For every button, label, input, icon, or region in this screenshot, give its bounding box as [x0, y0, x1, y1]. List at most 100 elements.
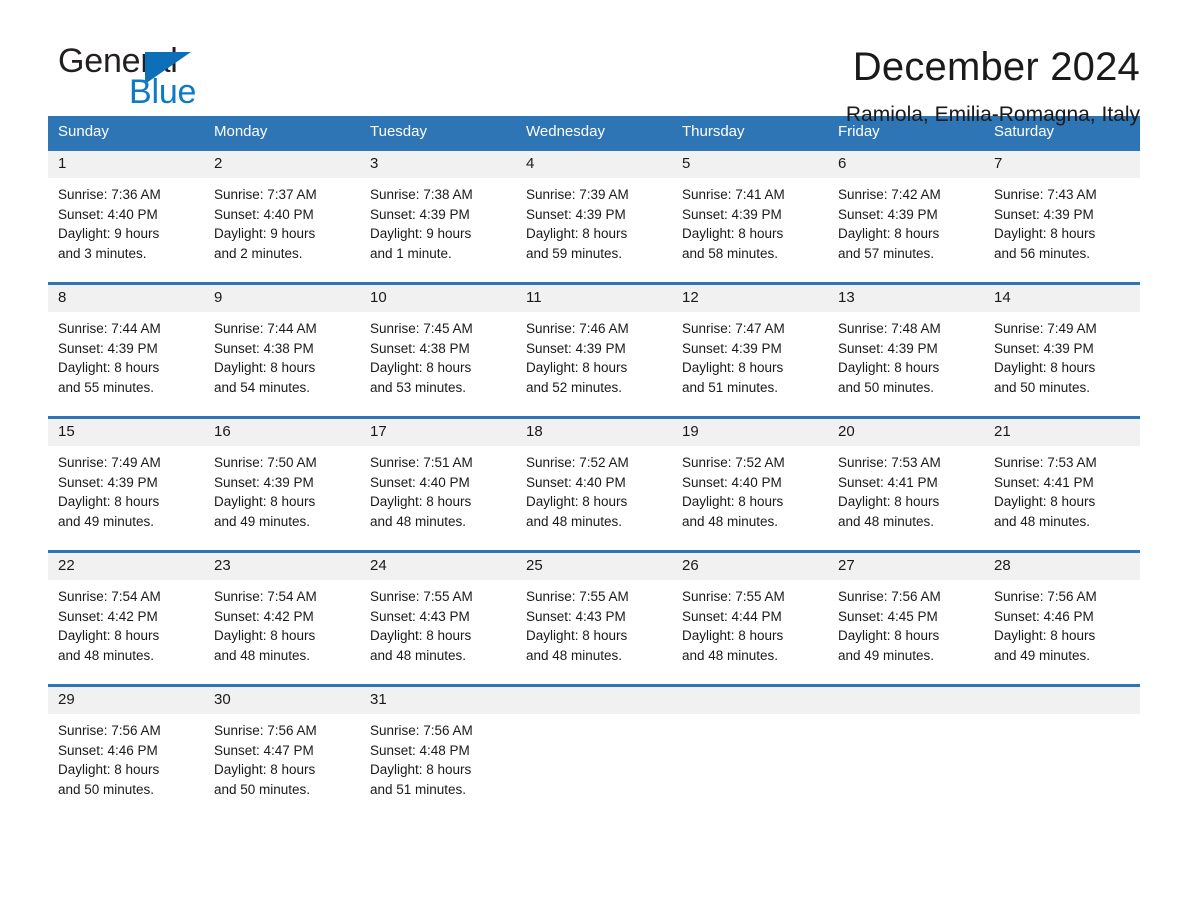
day-cell-content: 16 Sunrise: 7:50 AM Sunset: 4:39 PM Dayli… [204, 419, 360, 550]
day-cell-content: 25 Sunrise: 7:55 AM Sunset: 4:43 PM Dayli… [516, 553, 672, 684]
calendar-day-cell[interactable]: 6 Sunrise: 7:42 AM Sunset: 4:39 PM Daylig… [828, 148, 984, 284]
sun-times-text: Sunrise: 7:56 AM Sunset: 4:48 PM Dayligh… [370, 723, 473, 797]
calendar-day-cell[interactable]: 14 Sunrise: 7:49 AM Sunset: 4:39 PM Dayli… [984, 282, 1140, 418]
day-number: 24 [360, 553, 516, 580]
day-number: 13 [828, 285, 984, 312]
calendar-day-cell[interactable]: 26 Sunrise: 7:55 AM Sunset: 4:44 PM Dayli… [672, 550, 828, 686]
day-number: 15 [48, 419, 204, 446]
calendar-day-cell[interactable]: 11 Sunrise: 7:46 AM Sunset: 4:39 PM Dayli… [516, 282, 672, 418]
day-number: 28 [984, 553, 1140, 580]
calendar-day-cell[interactable]: 22 Sunrise: 7:54 AM Sunset: 4:42 PM Dayli… [48, 550, 204, 686]
day-cell-content: 14 Sunrise: 7:49 AM Sunset: 4:39 PM Dayli… [984, 285, 1140, 416]
day-cell-content: 12 Sunrise: 7:47 AM Sunset: 4:39 PM Dayli… [672, 285, 828, 416]
day-number: 9 [204, 285, 360, 312]
calendar-day-cell[interactable]: 13 Sunrise: 7:48 AM Sunset: 4:39 PM Dayli… [828, 282, 984, 418]
calendar-day-cell[interactable]: 16 Sunrise: 7:50 AM Sunset: 4:39 PM Dayli… [204, 416, 360, 552]
calendar-day-cell[interactable]: 20 Sunrise: 7:53 AM Sunset: 4:41 PM Dayli… [828, 416, 984, 552]
sun-times-text [984, 714, 1140, 721]
sun-times-text: Sunrise: 7:45 AM Sunset: 4:38 PM Dayligh… [370, 321, 473, 395]
calendar-day-cell[interactable]: 4 Sunrise: 7:39 AM Sunset: 4:39 PM Daylig… [516, 148, 672, 284]
sun-times-text: Sunrise: 7:56 AM Sunset: 4:45 PM Dayligh… [838, 589, 941, 663]
calendar-day-cell[interactable]: 17 Sunrise: 7:51 AM Sunset: 4:40 PM Dayli… [360, 416, 516, 552]
sun-times-text: Sunrise: 7:36 AM Sunset: 4:40 PM Dayligh… [58, 187, 161, 261]
page-title: December 2024 [852, 45, 1140, 89]
sun-times-text: Sunrise: 7:51 AM Sunset: 4:40 PM Dayligh… [370, 455, 473, 529]
calendar-day-cell[interactable]: 2 Sunrise: 7:37 AM Sunset: 4:40 PM Daylig… [204, 148, 360, 284]
sun-times-text: Sunrise: 7:54 AM Sunset: 4:42 PM Dayligh… [58, 589, 161, 663]
weekday-header-monday: Monday [204, 116, 360, 150]
day-cell-content: 17 Sunrise: 7:51 AM Sunset: 4:40 PM Dayli… [360, 419, 516, 550]
sun-times-text [516, 714, 672, 721]
day-cell-content: 27 Sunrise: 7:56 AM Sunset: 4:45 PM Dayli… [828, 553, 984, 684]
day-number: 17 [360, 419, 516, 446]
day-number: 2 [204, 151, 360, 178]
calendar-day-cell[interactable]: 31 Sunrise: 7:56 AM Sunset: 4:48 PM Dayli… [360, 684, 516, 804]
calendar-day-cell[interactable]: 12 Sunrise: 7:47 AM Sunset: 4:39 PM Dayli… [672, 282, 828, 418]
sun-times-text [672, 714, 828, 721]
calendar-day-cell[interactable]: 15 Sunrise: 7:49 AM Sunset: 4:39 PM Dayli… [48, 416, 204, 552]
day-cell-content: 26 Sunrise: 7:55 AM Sunset: 4:44 PM Dayli… [672, 553, 828, 684]
page-header: General Blue December 2024 Ramiola, Emil… [48, 0, 1140, 126]
day-number: 20 [828, 419, 984, 446]
calendar-week-row: 29 Sunrise: 7:56 AM Sunset: 4:46 PM Dayli… [48, 684, 1140, 804]
day-number: 7 [984, 151, 1140, 178]
calendar-day-cell[interactable]: 25 Sunrise: 7:55 AM Sunset: 4:43 PM Dayli… [516, 550, 672, 686]
day-cell-content [828, 687, 984, 804]
day-cell-content: 11 Sunrise: 7:46 AM Sunset: 4:39 PM Dayli… [516, 285, 672, 416]
calendar-day-cell[interactable]: 8 Sunrise: 7:44 AM Sunset: 4:39 PM Daylig… [48, 282, 204, 418]
calendar-page: General Blue December 2024 Ramiola, Emil… [0, 0, 1188, 918]
calendar-day-cell[interactable]: 5 Sunrise: 7:41 AM Sunset: 4:39 PM Daylig… [672, 148, 828, 284]
calendar-day-cell[interactable]: 9 Sunrise: 7:44 AM Sunset: 4:38 PM Daylig… [204, 282, 360, 418]
day-number: 8 [48, 285, 204, 312]
day-cell-content: 5 Sunrise: 7:41 AM Sunset: 4:39 PM Daylig… [672, 151, 828, 282]
calendar-empty-cell [672, 684, 828, 804]
calendar-day-cell[interactable]: 3 Sunrise: 7:38 AM Sunset: 4:39 PM Daylig… [360, 148, 516, 284]
day-number: 31 [360, 687, 516, 714]
calendar-day-cell[interactable]: 23 Sunrise: 7:54 AM Sunset: 4:42 PM Dayli… [204, 550, 360, 686]
sun-times-text: Sunrise: 7:52 AM Sunset: 4:40 PM Dayligh… [526, 455, 629, 529]
sun-times-text: Sunrise: 7:38 AM Sunset: 4:39 PM Dayligh… [370, 187, 473, 261]
calendar-week-row: 15 Sunrise: 7:49 AM Sunset: 4:39 PM Dayli… [48, 416, 1140, 552]
calendar-day-cell[interactable]: 7 Sunrise: 7:43 AM Sunset: 4:39 PM Daylig… [984, 148, 1140, 284]
day-number: 27 [828, 553, 984, 580]
day-number: 5 [672, 151, 828, 178]
general-blue-logo[interactable]: General Blue [48, 44, 248, 114]
day-number: 1 [48, 151, 204, 178]
sun-times-text: Sunrise: 7:37 AM Sunset: 4:40 PM Dayligh… [214, 187, 317, 261]
calendar-day-cell[interactable]: 18 Sunrise: 7:52 AM Sunset: 4:40 PM Dayli… [516, 416, 672, 552]
day-cell-content: 4 Sunrise: 7:39 AM Sunset: 4:39 PM Daylig… [516, 151, 672, 282]
day-number [828, 687, 984, 714]
day-number [672, 687, 828, 714]
sun-times-text: Sunrise: 7:42 AM Sunset: 4:39 PM Dayligh… [838, 187, 941, 261]
calendar-day-cell[interactable]: 1 Sunrise: 7:36 AM Sunset: 4:40 PM Daylig… [48, 148, 204, 284]
calendar-empty-cell [516, 684, 672, 804]
calendar-day-cell[interactable]: 24 Sunrise: 7:55 AM Sunset: 4:43 PM Dayli… [360, 550, 516, 686]
day-cell-content: 20 Sunrise: 7:53 AM Sunset: 4:41 PM Dayli… [828, 419, 984, 550]
day-number [516, 687, 672, 714]
day-cell-content: 10 Sunrise: 7:45 AM Sunset: 4:38 PM Dayli… [360, 285, 516, 416]
calendar-day-cell[interactable]: 19 Sunrise: 7:52 AM Sunset: 4:40 PM Dayli… [672, 416, 828, 552]
day-number: 19 [672, 419, 828, 446]
day-number: 10 [360, 285, 516, 312]
day-cell-content: 28 Sunrise: 7:56 AM Sunset: 4:46 PM Dayli… [984, 553, 1140, 684]
day-cell-content: 9 Sunrise: 7:44 AM Sunset: 4:38 PM Daylig… [204, 285, 360, 416]
calendar-day-cell[interactable]: 21 Sunrise: 7:53 AM Sunset: 4:41 PM Dayli… [984, 416, 1140, 552]
day-cell-content: 3 Sunrise: 7:38 AM Sunset: 4:39 PM Daylig… [360, 151, 516, 282]
sun-times-text: Sunrise: 7:39 AM Sunset: 4:39 PM Dayligh… [526, 187, 629, 261]
calendar-day-cell[interactable]: 28 Sunrise: 7:56 AM Sunset: 4:46 PM Dayli… [984, 550, 1140, 686]
calendar-empty-cell [828, 684, 984, 804]
logo-text-blue: Blue [129, 73, 197, 111]
sun-times-text: Sunrise: 7:55 AM Sunset: 4:43 PM Dayligh… [526, 589, 629, 663]
calendar-day-cell[interactable]: 30 Sunrise: 7:56 AM Sunset: 4:47 PM Dayli… [204, 684, 360, 804]
sun-times-text: Sunrise: 7:53 AM Sunset: 4:41 PM Dayligh… [838, 455, 941, 529]
day-number: 6 [828, 151, 984, 178]
calendar-day-cell[interactable]: 29 Sunrise: 7:56 AM Sunset: 4:46 PM Dayli… [48, 684, 204, 804]
calendar-day-cell[interactable]: 10 Sunrise: 7:45 AM Sunset: 4:38 PM Dayli… [360, 282, 516, 418]
sun-times-text: Sunrise: 7:46 AM Sunset: 4:39 PM Dayligh… [526, 321, 629, 395]
sun-times-text: Sunrise: 7:53 AM Sunset: 4:41 PM Dayligh… [994, 455, 1097, 529]
calendar-day-cell[interactable]: 27 Sunrise: 7:56 AM Sunset: 4:45 PM Dayli… [828, 550, 984, 686]
sun-times-text: Sunrise: 7:50 AM Sunset: 4:39 PM Dayligh… [214, 455, 317, 529]
day-cell-content: 31 Sunrise: 7:56 AM Sunset: 4:48 PM Dayli… [360, 687, 516, 804]
day-number: 3 [360, 151, 516, 178]
day-cell-content: 22 Sunrise: 7:54 AM Sunset: 4:42 PM Dayli… [48, 553, 204, 684]
